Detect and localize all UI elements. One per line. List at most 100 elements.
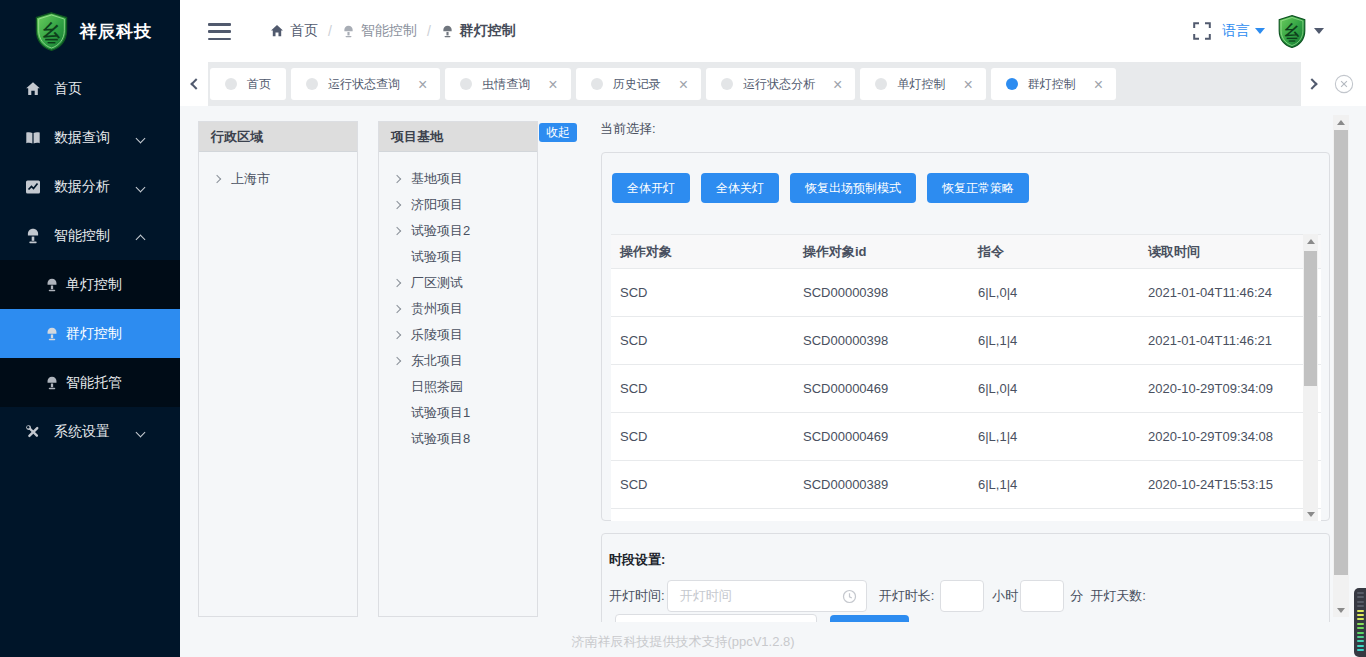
tab-close-icon[interactable]: ×: [679, 78, 688, 91]
collapse-button[interactable]: 收起: [539, 123, 577, 142]
tree-item-label: 试验项目2: [411, 222, 470, 240]
column-header: 读取时间: [1139, 243, 1321, 261]
scrollbar-thumb[interactable]: [1334, 130, 1348, 575]
tab-run-status-analysis[interactable]: 运行状态分析×: [706, 68, 855, 100]
tab-status-dot: [225, 78, 237, 90]
book-icon: [25, 130, 41, 146]
action-buttons: 全体开灯 全体关灯 恢复出场预制模式 恢复正常策略: [612, 173, 1029, 203]
scroll-up-arrow[interactable]: [1303, 234, 1318, 248]
tree-item[interactable]: 东北项目: [379, 348, 537, 374]
sidebar-item-label: 数据分析: [54, 178, 110, 196]
sidebar-item-data-query[interactable]: 数据查询: [0, 113, 180, 162]
scroll-down-arrow[interactable]: [1333, 603, 1349, 617]
region-panel: 行政区域 上海市: [198, 121, 358, 617]
hamburger-icon[interactable]: [208, 23, 231, 40]
lamp-icon: [342, 25, 355, 38]
chevron-up-icon: [136, 235, 146, 245]
tree-item[interactable]: 试验项目8: [379, 426, 537, 452]
current-selection-label: 当前选择:: [600, 120, 656, 138]
tree-item-label: 济阳项目: [411, 196, 463, 214]
tree-item[interactable]: 厂区测试: [379, 270, 537, 296]
tab-group-light-control[interactable]: 群灯控制 ×: [991, 68, 1116, 100]
sidebar-item-smart-hosting[interactable]: 智能托管: [0, 358, 180, 407]
tree-item[interactable]: 日照茶园: [379, 374, 537, 400]
duration-minutes-input[interactable]: [1020, 580, 1064, 612]
table-scrollbar[interactable]: [1303, 234, 1318, 521]
tab-label: 群灯控制: [1028, 76, 1076, 93]
sidebar-submenu: 单灯控制 群灯控制 智能托管: [0, 260, 180, 407]
all-on-button[interactable]: 全体开灯: [612, 173, 690, 203]
fullscreen-icon[interactable]: [1193, 22, 1211, 40]
avatar[interactable]: 幺: [1277, 15, 1307, 48]
tab-label: 单灯控制: [897, 76, 945, 93]
brand-shield-icon: 幺: [34, 12, 69, 51]
tab-run-status-query[interactable]: 运行状态查询×: [291, 68, 440, 100]
project-panel: 项目基地 基地项目 济阳项目 试验项目2 试验项目 厂区测试 贵州项目 乐陵项目…: [378, 121, 538, 617]
schedule-title: 时段设置:: [609, 551, 665, 569]
sidebar-item-group-light-control[interactable]: 群灯控制: [0, 309, 180, 358]
scroll-up-arrow[interactable]: [1333, 115, 1349, 129]
table-row[interactable]: SCDSCD000003986|L,1|42021-01-04T11:46:21: [611, 317, 1321, 365]
tabbar-right-controls: [1301, 62, 1366, 106]
brand: 幺 祥辰科技: [0, 0, 180, 62]
table-row[interactable]: SCDSCD000003896|L,1|42020-10-24T15:53:15: [611, 461, 1321, 509]
close-all-tabs-icon[interactable]: [1334, 74, 1354, 94]
sidebar-item-label: 群灯控制: [66, 325, 122, 343]
chevron-right-icon: [393, 175, 401, 183]
table-row-partial: [611, 509, 1321, 521]
tree-item[interactable]: 试验项目1: [379, 400, 537, 426]
tab-home[interactable]: 首页: [210, 68, 286, 100]
scrollbar-thumb[interactable]: [1304, 251, 1317, 386]
tab-history[interactable]: 历史记录×: [576, 68, 701, 100]
lamp-icon: [45, 327, 59, 341]
sidebar-item-home[interactable]: 首页: [0, 64, 180, 113]
tree-item-label: 乐陵项目: [411, 326, 463, 344]
sidebar-item-system-settings[interactable]: 系统设置: [0, 407, 180, 456]
duration-hours-input[interactable]: [940, 580, 984, 612]
tree-item[interactable]: 乐陵项目: [379, 322, 537, 348]
tree-item[interactable]: 基地项目: [379, 166, 537, 192]
caret-down-icon[interactable]: [1314, 28, 1324, 34]
chevron-down-icon: [136, 183, 146, 193]
tab-close-icon[interactable]: ×: [833, 78, 842, 91]
scroll-down-arrow[interactable]: [1303, 507, 1318, 521]
project-tree: 基地项目 济阳项目 试验项目2 试验项目 厂区测试 贵州项目 乐陵项目 东北项目…: [379, 152, 537, 452]
table-row[interactable]: SCDSCD000003986|L,0|42021-01-04T11:46:24: [611, 269, 1321, 317]
days-label: 开灯天数:: [1090, 587, 1146, 605]
hours-label: 小时: [992, 587, 1018, 605]
schedule-card-clip: 时段设置: 开灯时间: 开灯时间 开灯时长: 小时 分 开灯天数:: [601, 533, 1332, 622]
column-header: 操作对象id: [794, 243, 969, 261]
tab-close-icon[interactable]: ×: [963, 78, 972, 91]
tab-close-icon[interactable]: ×: [1094, 78, 1103, 91]
breadcrumb-smart-control[interactable]: 智能控制: [342, 22, 417, 40]
tree-item[interactable]: 试验项目2: [379, 218, 537, 244]
tab-insect-query[interactable]: 虫情查询×: [445, 68, 570, 100]
minutes-label: 分: [1070, 587, 1083, 605]
tabs-scroll-left-button[interactable]: [180, 62, 208, 106]
tree-item[interactable]: 济阳项目: [379, 192, 537, 218]
on-time-input[interactable]: 开灯时间: [667, 580, 867, 612]
tree-item-label: 日照茶园: [411, 378, 463, 396]
sidebar-item-data-analysis[interactable]: 数据分析: [0, 162, 180, 211]
table-row[interactable]: SCDSCD000004696|L,0|42020-10-29T09:34:09: [611, 365, 1321, 413]
tab-single-light-control[interactable]: 单灯控制 ×: [860, 68, 985, 100]
sidebar-item-smart-control[interactable]: 智能控制: [0, 211, 180, 260]
tree-item[interactable]: 贵州项目: [379, 296, 537, 322]
breadcrumb-separator: /: [328, 23, 332, 39]
tree-item[interactable]: 试验项目: [379, 244, 537, 270]
restore-factory-mode-button[interactable]: 恢复出场预制模式: [790, 173, 916, 203]
all-off-button[interactable]: 全体关灯: [701, 173, 779, 203]
sidebar-item-single-light-control[interactable]: 单灯控制: [0, 260, 180, 309]
days-input[interactable]: [615, 614, 817, 622]
submit-button[interactable]: [830, 615, 909, 622]
tab-close-icon[interactable]: ×: [418, 78, 427, 91]
tree-item-shanghai[interactable]: 上海市: [199, 166, 357, 192]
tabs-scroll-right-button[interactable]: [1301, 62, 1326, 106]
tab-close-icon[interactable]: ×: [548, 78, 557, 91]
project-panel-title: 项目基地: [379, 122, 537, 152]
restore-normal-strategy-button[interactable]: 恢复正常策略: [927, 173, 1029, 203]
page-scrollbar[interactable]: [1333, 115, 1349, 617]
breadcrumb-home[interactable]: 首页: [270, 22, 318, 40]
language-menu[interactable]: 语言: [1222, 22, 1265, 40]
table-row[interactable]: SCDSCD000004696|L,1|42020-10-29T09:34:08: [611, 413, 1321, 461]
